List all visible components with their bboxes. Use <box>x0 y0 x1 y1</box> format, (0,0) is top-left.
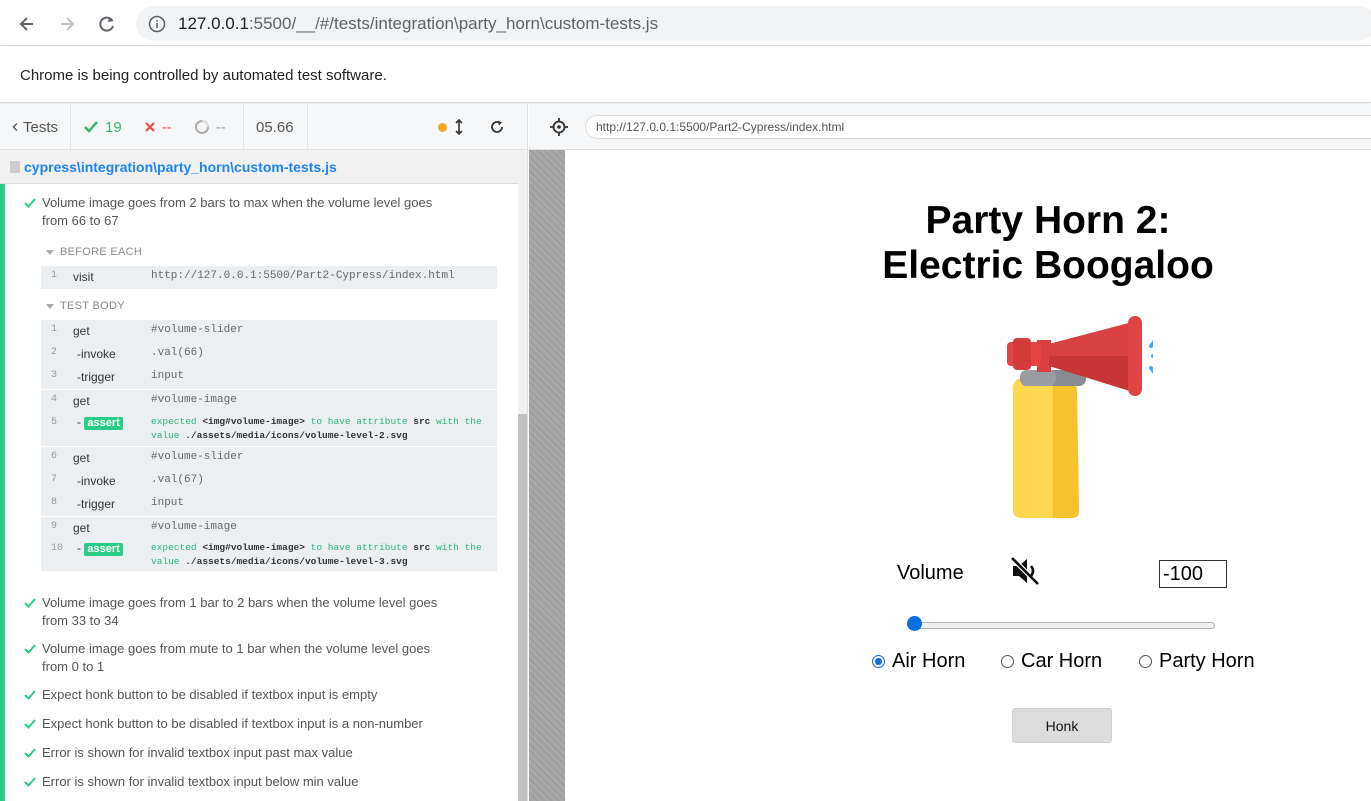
assert-badge: assert <box>84 543 123 556</box>
assert-row[interactable]: 5 - assert expected <img#volume-image> t… <box>41 413 497 445</box>
passed-count: 19 <box>105 118 122 136</box>
spec-path: cypress\integration\party_horn\custom-te… <box>24 158 337 175</box>
file-icon <box>10 160 20 173</box>
automation-infobar: Chrome is being controlled by automated … <box>0 47 1371 103</box>
header-controls <box>308 104 527 150</box>
selector-playground-icon[interactable] <box>549 117 569 137</box>
info-icon[interactable] <box>148 15 166 33</box>
before-each-commands: 1 visit http://127.0.0.1:5500/Part2-Cypr… <box>41 266 497 289</box>
check-icon <box>24 198 36 208</box>
assert-badge: assert <box>84 417 123 430</box>
test-item[interactable]: Volume image goes from 1 bar to 2 bars w… <box>24 594 476 630</box>
command-row[interactable]: 6 get #volume-slider <box>41 447 497 470</box>
assert-row[interactable]: 10 - assert expected <img#volume-image> … <box>41 539 497 571</box>
test-body-commands: 1 get #volume-slider 2 -invoke .val(66) … <box>41 320 497 571</box>
radio-button-checked[interactable] <box>872 655 885 668</box>
air-horn-image <box>1007 316 1153 518</box>
honk-button[interactable]: Honk <box>1012 708 1112 743</box>
radio-party-horn[interactable]: Party Horn <box>1139 650 1255 673</box>
browser-toolbar: 127.0.0.1:5500/__/#/tests/integration\pa… <box>0 0 1371 46</box>
tests-button[interactable]: Tests <box>0 104 71 150</box>
aut-url-field[interactable]: http://127.0.0.1:5500/Part2-Cypress/inde… <box>585 115 1371 139</box>
command-row[interactable]: 7 -invoke .val(67) <box>41 470 497 493</box>
command-row[interactable]: 3 -trigger input <box>41 366 497 389</box>
volume-slider-thumb[interactable] <box>907 616 922 631</box>
check-icon <box>24 777 36 787</box>
command-row[interactable]: 9 get #volume-image <box>41 517 497 540</box>
volume-slider-track[interactable] <box>913 622 1215 629</box>
address-bar[interactable]: 127.0.0.1:5500/__/#/tests/integration\pa… <box>136 6 1371 41</box>
command-row[interactable]: 1 visit http://127.0.0.1:5500/Part2-Cypr… <box>41 266 497 289</box>
radio-car-horn[interactable]: Car Horn <box>1001 650 1102 673</box>
command-row[interactable]: 2 -invoke .val(66) <box>41 343 497 366</box>
command-row[interactable]: 4 get #volume-image <box>41 390 497 413</box>
address-url: 127.0.0.1:5500/__/#/tests/integration\pa… <box>178 13 659 33</box>
spec-path-bar[interactable]: cypress\integration\party_horn\custom-te… <box>0 150 518 184</box>
test-item[interactable]: Volume image goes from mute to 1 bar whe… <box>24 640 476 676</box>
volume-mute-icon <box>1010 556 1040 586</box>
pending-count: -- <box>215 118 226 136</box>
reporter-header: Tests 19 -- -- 05.66 <box>0 104 527 150</box>
check-icon <box>24 644 36 654</box>
scrollbar-thumb[interactable] <box>518 414 527 801</box>
x-icon <box>144 122 155 132</box>
check-icon <box>24 719 36 729</box>
check-icon <box>84 121 98 133</box>
check-icon <box>24 748 36 758</box>
volume-number-input[interactable]: -100 <box>1159 560 1227 588</box>
pending-icon <box>194 120 209 134</box>
command-row[interactable]: 8 -trigger input <box>41 493 497 516</box>
radio-label: Party Horn <box>1159 650 1255 672</box>
chevron-left-icon <box>12 123 18 131</box>
radio-label: Car Horn <box>1021 650 1103 672</box>
test-title-cont: from 66 to 67 <box>42 213 119 228</box>
volume-label: Volume <box>897 562 964 584</box>
status-dot-icon <box>438 122 447 132</box>
aut-header: http://127.0.0.1:5500/Part2-Cypress/inde… <box>529 104 1371 150</box>
collapse-triangle-icon <box>46 249 54 255</box>
radio-label: Air Horn <box>892 650 966 672</box>
failed-count: -- <box>161 118 172 136</box>
test-item[interactable]: Expect honk button to be disabled if tex… <box>24 715 476 733</box>
test-item[interactable]: Error is shown for invalid textbox input… <box>24 773 476 791</box>
page-title: Party Horn 2: Electric Boogaloo <box>882 199 1214 287</box>
test-title: Volume image goes from 2 bars to max whe… <box>42 195 433 210</box>
rerun-icon[interactable] <box>489 119 505 135</box>
test-expanded[interactable]: Volume image goes from 2 bars to max whe… <box>24 194 476 230</box>
radio-air-horn[interactable]: Air Horn <box>872 650 965 673</box>
test-item[interactable]: Error is shown for invalid textbox input… <box>24 744 476 762</box>
command-row[interactable]: 1 get #volume-slider <box>41 320 497 343</box>
check-icon <box>24 690 36 700</box>
collapse-triangle-icon <box>46 303 54 309</box>
stats: 19 -- -- <box>71 104 244 150</box>
cypress-reporter: Tests 19 -- -- 05.66 cypress\integration… <box>0 104 528 801</box>
autoscroll-icon[interactable] <box>455 119 463 135</box>
infobar-text: Chrome is being controlled by automated … <box>20 67 387 84</box>
test-body-header[interactable]: TEST BODY <box>46 300 125 312</box>
back-icon[interactable] <box>14 11 40 37</box>
suite-pass-bar <box>0 184 5 801</box>
test-item[interactable]: Expect honk button to be disabled if tex… <box>24 686 476 704</box>
before-each-header[interactable]: BEFORE EACH <box>46 246 142 258</box>
forward-icon[interactable] <box>54 11 80 37</box>
aut-page: Party Horn 2: Electric Boogaloo Volume -… <box>565 150 1371 801</box>
radio-button[interactable] <box>1139 655 1152 668</box>
check-icon <box>24 598 36 608</box>
aut-margin <box>529 150 565 801</box>
runnables-list: Volume image goes from 2 bars to max whe… <box>0 184 518 801</box>
duration: 05.66 <box>244 104 308 150</box>
reload-icon[interactable] <box>94 11 120 37</box>
tests-label: Tests <box>22 118 58 136</box>
aut-panel: http://127.0.0.1:5500/Part2-Cypress/inde… <box>529 104 1371 801</box>
radio-button[interactable] <box>1001 655 1014 668</box>
